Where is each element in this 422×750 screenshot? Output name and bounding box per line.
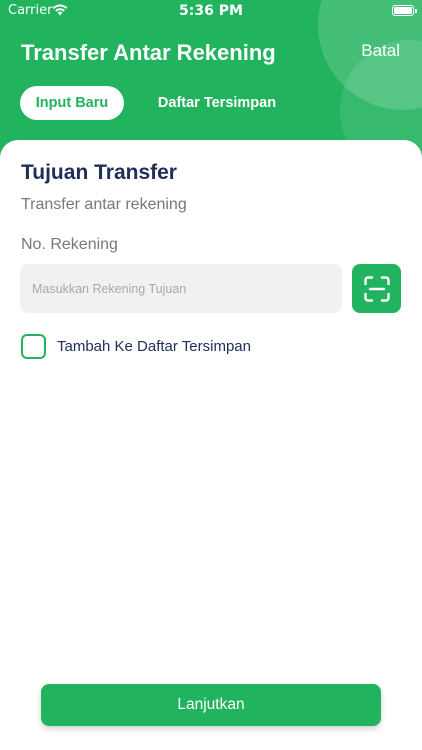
save-to-list-checkbox[interactable] xyxy=(21,334,46,359)
section-title: Tujuan Transfer xyxy=(21,161,177,184)
form-sheet xyxy=(0,140,422,750)
page-title: Transfer Antar Rekening xyxy=(21,40,276,65)
section-subtitle: Transfer antar rekening xyxy=(21,196,187,213)
scan-button[interactable] xyxy=(352,264,401,313)
account-number-input[interactable] xyxy=(20,264,342,313)
continue-button[interactable]: Lanjutkan xyxy=(41,684,381,726)
battery-icon xyxy=(392,5,417,16)
cancel-button[interactable]: Batal xyxy=(361,41,400,61)
tab-daftar-tersimpan[interactable]: Daftar Tersimpan xyxy=(150,86,284,120)
tab-input-baru[interactable]: Input Baru xyxy=(20,86,124,120)
save-to-list-label: Tambah Ke Daftar Tersimpan xyxy=(57,338,251,355)
account-number-label: No. Rekening xyxy=(21,236,118,253)
clock: 5:36 PM xyxy=(179,3,243,19)
status-bar: Carrier 5:36 PM xyxy=(0,0,422,22)
scan-icon xyxy=(363,275,390,302)
